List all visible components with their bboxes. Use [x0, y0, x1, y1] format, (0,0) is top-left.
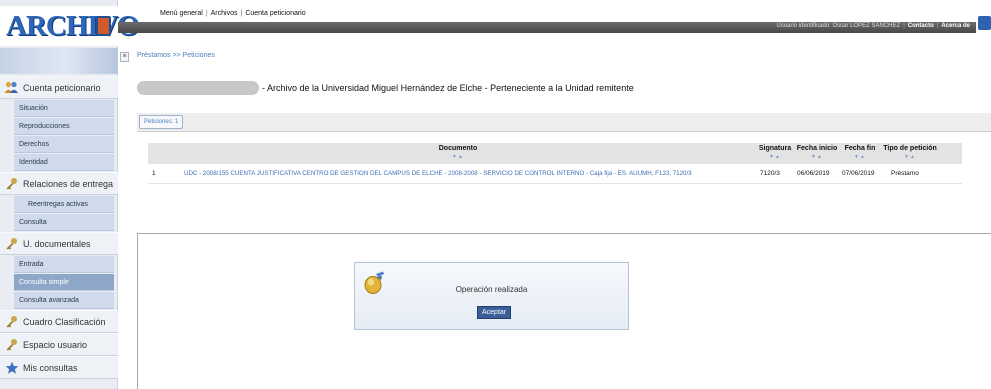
sidebar-item-situacion[interactable]: Situación [14, 100, 114, 117]
bar-separator: | [936, 23, 939, 29]
sidebar-item-derechos[interactable]: Derechos [14, 136, 114, 153]
sidebar-section-label: Relaciones de entrega [23, 178, 114, 189]
sidebar-section-label: Espacio usuario [23, 339, 88, 350]
sort-arrows-icon[interactable]: ▼▲ [757, 154, 793, 160]
sidebar-item-consulta-simple[interactable]: Consulta simple [14, 274, 114, 291]
dialog-message: Operación realizada [455, 285, 528, 294]
row-index: 1 [152, 170, 156, 177]
contacto-link[interactable]: Contacto [908, 23, 934, 29]
documento-link[interactable]: UDC - 2008/155 CUENTA JUSTIFICATIVA CENT… [184, 170, 692, 177]
key-icon [4, 236, 19, 251]
redacted-block [137, 81, 259, 95]
sidebar-item-identidad[interactable]: Identidad [14, 154, 114, 171]
breadcrumb[interactable]: Préstamos >> Peticiones [137, 52, 215, 59]
sort-arrows-icon[interactable]: ▼▲ [388, 154, 528, 160]
sort-arrows-icon[interactable]: ▼▲ [880, 154, 940, 160]
menu-separator: | [205, 10, 208, 17]
cell-fecha-fin: 07/06/2019 [842, 170, 875, 177]
key-icon [4, 176, 19, 191]
sidebar-item-reproducciones[interactable]: Reproducciones [14, 118, 114, 135]
sidebar-section-u-documentales[interactable]: U. documentales [0, 232, 118, 255]
cell-signatura: 7120/3 [760, 170, 780, 177]
table-row[interactable]: 1 UDC - 2008/155 CUENTA JUSTIFICATIVA CE… [148, 164, 962, 184]
sort-arrows-icon[interactable]: ▼▲ [794, 154, 840, 160]
university-seal-icon [96, 16, 111, 36]
sidebar: ARCHIVO Cuenta peticionario Situación Re… [0, 0, 140, 389]
collapse-sidebar-button[interactable]: ≡ [120, 52, 129, 62]
column-header-signatura[interactable]: Signatura ▼▲ [757, 145, 793, 160]
column-header-fecha-fin[interactable]: Fecha fin ▼▲ [840, 145, 880, 160]
column-header-fecha-inicio[interactable]: Fecha inicio ▼▲ [794, 145, 840, 160]
sidebar-item-reentregas-activas[interactable]: Reentregas activas [14, 196, 114, 213]
bar-separator: | [903, 23, 905, 29]
sidebar-item-entrada[interactable]: Entrada [14, 256, 114, 273]
sidebar-section-label: U. documentales [23, 238, 91, 249]
archive-header: - Archivo de la Universidad Miguel Herná… [137, 81, 634, 95]
sidebar-section-cuenta-peticionario[interactable]: Cuenta peticionario [0, 76, 118, 99]
sidebar-section-relaciones-entrega[interactable]: Relaciones de entrega [0, 172, 118, 195]
star-icon [4, 360, 19, 375]
archive-description: - Archivo de la Universidad Miguel Herná… [262, 83, 634, 93]
people-icon [4, 80, 19, 95]
tabs-bar: Peticiones: 1 [137, 113, 991, 132]
logged-user-label: Usuario identificado: Oscar LÓPEZ SÁNCHE… [776, 23, 901, 29]
sidebar-section-mis-consultas[interactable]: Mis consultas [0, 356, 118, 379]
sidebar-item-consulta[interactable]: Consulta [14, 214, 114, 231]
key-icon [4, 337, 19, 352]
sort-arrows-icon[interactable]: ▼▲ [840, 154, 880, 160]
confirmation-dialog: Operación realizada Aceptar [354, 262, 629, 330]
sidebar-item-consulta-avanzada[interactable]: Consulta avanzada [14, 292, 114, 309]
menu-general-link[interactable]: Menú general [160, 10, 203, 17]
column-header-documento[interactable]: Documento ▼▲ [388, 145, 528, 160]
user-bar: Usuario identificado: Oscar LÓPEZ SÁNCHE… [118, 22, 976, 33]
tab-peticiones[interactable]: Peticiones: 1 [139, 115, 184, 129]
archivo-logo[interactable]: ARCHIVO [0, 6, 140, 46]
sidebar-section-label: Cuadro Clasificación [23, 316, 106, 327]
archivos-link[interactable]: Archivos [211, 10, 238, 17]
sidebar-section-label: Mis consultas [23, 362, 78, 373]
sidebar-banner [0, 48, 118, 74]
menu-separator: | [240, 10, 243, 17]
accept-button[interactable]: Aceptar [477, 306, 512, 319]
sidebar-nav: Cuenta peticionario Situación Reproducci… [0, 76, 118, 379]
cell-tipo-peticion: Préstamo [891, 170, 919, 177]
key-icon [4, 314, 19, 329]
top-menu: Menú general | Archivos | Cuenta peticionari… [118, 10, 991, 21]
sidebar-section-label: Cuenta peticionario [23, 82, 101, 93]
logout-icon[interactable] [978, 16, 991, 30]
sidebar-section-cuadro-clasificacion[interactable]: Cuadro Clasificación [0, 310, 118, 333]
acerca-de-link[interactable]: Acerca de [941, 23, 970, 29]
cuenta-peticionario-link[interactable]: Cuenta peticionario [245, 10, 305, 17]
column-header-tipo-peticion[interactable]: Tipo de petición ▼▲ [880, 145, 940, 160]
table-header: Documento ▼▲ Signatura ▼▲ Fecha inicio ▼… [148, 143, 962, 164]
peticiones-table: Documento ▼▲ Signatura ▼▲ Fecha inicio ▼… [148, 143, 962, 184]
sidebar-section-espacio-usuario[interactable]: Espacio usuario [0, 333, 118, 356]
cell-fecha-inicio: 06/06/2019 [797, 170, 830, 177]
